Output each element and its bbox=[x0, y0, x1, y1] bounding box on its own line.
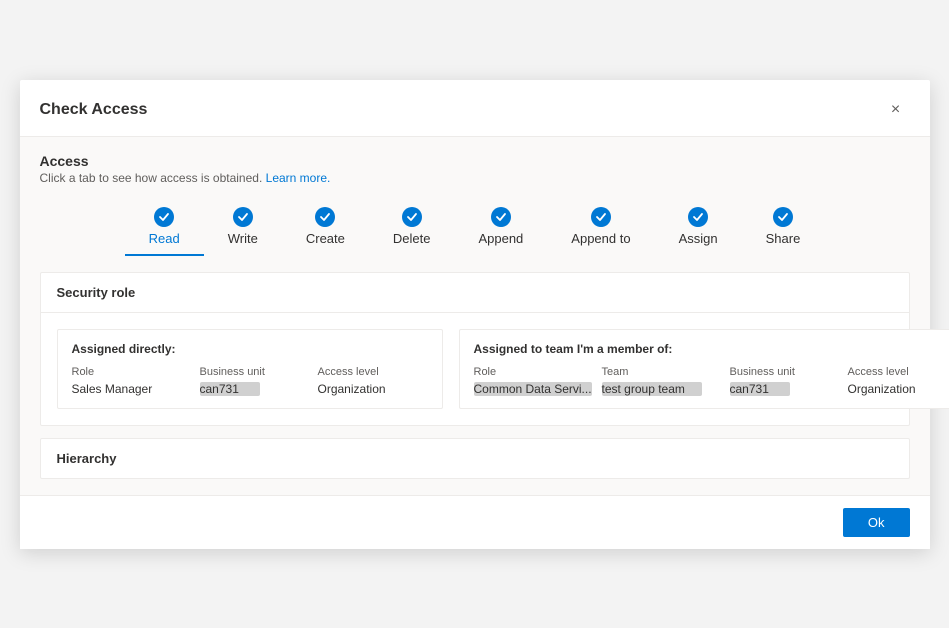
team-col-header-team: Team bbox=[602, 366, 722, 378]
col-header-business-unit: Business unit bbox=[200, 366, 310, 378]
team-bu-cell: can731 bbox=[730, 382, 840, 396]
team-bu-value: can731 bbox=[730, 382, 790, 396]
tab-append-to-label: Append to bbox=[571, 231, 630, 246]
tab-write-icon bbox=[233, 207, 253, 227]
dialog-header: Check Access × bbox=[20, 80, 930, 137]
assigned-directly-headers: Role Business unit Access level bbox=[72, 366, 428, 378]
access-level-cell: Organization bbox=[318, 382, 428, 396]
assigned-directly-title: Assigned directly: bbox=[72, 342, 428, 356]
tab-create-icon bbox=[315, 207, 335, 227]
team-col-header-bu: Business unit bbox=[730, 366, 840, 378]
tab-read-icon bbox=[154, 207, 174, 227]
dialog-footer: Ok bbox=[20, 495, 930, 549]
assigned-team-title: Assigned to team I'm a member of: bbox=[474, 342, 949, 356]
tabs-container: Read Write Create bbox=[40, 201, 910, 256]
assigned-team-box: Assigned to team I'm a member of: Role T… bbox=[459, 329, 949, 409]
tab-assign-label: Assign bbox=[679, 231, 718, 246]
hierarchy-header: Hierarchy bbox=[41, 439, 909, 478]
tab-append-label: Append bbox=[478, 231, 523, 246]
check-access-dialog: Check Access × Access Click a tab to see… bbox=[20, 80, 930, 549]
business-unit-value: can731 bbox=[200, 382, 260, 396]
security-role-section: Security role Assigned directly: Role Bu… bbox=[40, 272, 910, 426]
role-cell: Sales Manager bbox=[72, 382, 192, 396]
assigned-team-headers: Role Team Business unit Access level bbox=[474, 366, 949, 378]
tab-append-to-icon bbox=[591, 207, 611, 227]
security-role-header: Security role bbox=[41, 273, 909, 313]
tab-create-label: Create bbox=[306, 231, 345, 246]
tab-share-icon bbox=[773, 207, 793, 227]
tab-delete-icon bbox=[402, 207, 422, 227]
tab-read[interactable]: Read bbox=[125, 201, 204, 256]
team-col-header-role: Role bbox=[474, 366, 594, 378]
tab-write-label: Write bbox=[228, 231, 258, 246]
security-role-body: Assigned directly: Role Business unit Ac… bbox=[41, 313, 909, 425]
tab-share[interactable]: Share bbox=[742, 201, 825, 256]
tab-append[interactable]: Append bbox=[454, 201, 547, 256]
role-link-suffix[interactable]: Manager bbox=[102, 382, 153, 396]
team-col-header-access: Access level bbox=[848, 366, 949, 378]
team-access-cell: Organization bbox=[848, 382, 949, 396]
tab-append-to[interactable]: Append to bbox=[547, 201, 654, 256]
tab-write[interactable]: Write bbox=[204, 201, 282, 256]
table-row: Sales Manager can731 Organization bbox=[72, 382, 428, 396]
role-link-prefix[interactable]: Sales bbox=[72, 382, 102, 396]
team-role-cell: Common Data Servi... bbox=[474, 382, 594, 396]
tab-read-label: Read bbox=[149, 231, 180, 246]
dialog-title: Check Access bbox=[40, 101, 148, 119]
team-table-row: Common Data Servi... test group team can… bbox=[474, 382, 949, 396]
close-button[interactable]: × bbox=[882, 96, 910, 124]
assigned-directly-box: Assigned directly: Role Business unit Ac… bbox=[57, 329, 443, 409]
dialog-body: Access Click a tab to see how access is … bbox=[20, 137, 930, 495]
team-role-value: Common Data Servi... bbox=[474, 382, 592, 396]
access-subtext: Click a tab to see how access is obtaine… bbox=[40, 171, 910, 185]
team-name-value: test group team bbox=[602, 382, 702, 396]
team-team-cell: test group team bbox=[602, 382, 722, 396]
hierarchy-section: Hierarchy bbox=[40, 438, 910, 479]
tab-assign-icon bbox=[688, 207, 708, 227]
business-unit-cell: can731 bbox=[200, 382, 310, 396]
tab-delete-label: Delete bbox=[393, 231, 431, 246]
col-header-access-level: Access level bbox=[318, 366, 428, 378]
tab-share-label: Share bbox=[766, 231, 801, 246]
learn-more-link[interactable]: Learn more. bbox=[266, 171, 331, 185]
tab-delete[interactable]: Delete bbox=[369, 201, 455, 256]
col-header-role: Role bbox=[72, 366, 192, 378]
access-subtext-text: Click a tab to see how access is obtaine… bbox=[40, 171, 263, 185]
access-heading: Access bbox=[40, 153, 910, 169]
tab-create[interactable]: Create bbox=[282, 201, 369, 256]
tab-assign[interactable]: Assign bbox=[655, 201, 742, 256]
ok-button[interactable]: Ok bbox=[843, 508, 910, 537]
tab-append-icon bbox=[491, 207, 511, 227]
